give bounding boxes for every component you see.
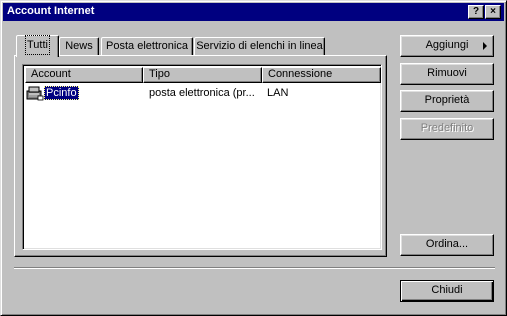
set-default-button[interactable]: Predefinito (400, 118, 494, 140)
list-item[interactable]: Pcinfo posta elettronica (pr... LAN (25, 85, 379, 101)
remove-button[interactable]: Rimuovi (400, 63, 494, 85)
tab-tutti-label: Tutti (25, 35, 50, 55)
accounts-list[interactable]: Account Tipo Connessione Pcinfo posta el… (22, 64, 382, 250)
column-header-connessione[interactable]: Connessione (262, 67, 381, 83)
tab-servizio-elenchi[interactable]: Servizio di elenchi in linea (194, 37, 325, 56)
title-bar[interactable]: Account Internet ? × (3, 3, 504, 21)
tab-posta-elettronica[interactable]: Posta elettronica (101, 37, 193, 56)
add-button-label: Aggiungi (425, 39, 469, 51)
tab-servizio-elenchi-label: Servizio di elenchi in linea (196, 40, 323, 52)
mail-server-icon (26, 86, 44, 101)
account-name: Pcinfo (44, 86, 79, 100)
column-header-account[interactable]: Account (25, 67, 143, 83)
sort-button[interactable]: Ordina... (400, 234, 494, 256)
divider (14, 267, 495, 269)
tab-news-label: News (65, 40, 93, 52)
close-dialog-button[interactable]: Chiudi (400, 280, 494, 302)
tab-panel: Account Tipo Connessione Pcinfo posta el… (14, 55, 387, 257)
help-button[interactable]: ? (468, 5, 484, 19)
tab-tutti[interactable]: Tutti (16, 35, 59, 57)
account-connection: LAN (267, 87, 289, 99)
account-internet-dialog: Account Internet ? × Tutti News Posta el… (0, 0, 507, 316)
close-button[interactable]: × (485, 5, 501, 19)
tab-posta-elettronica-label: Posta elettronica (106, 40, 188, 52)
list-header: Account Tipo Connessione (25, 67, 381, 83)
account-type: posta elettronica (pr... (149, 87, 255, 99)
add-button[interactable]: Aggiungi (400, 35, 494, 57)
chevron-right-icon (483, 42, 487, 50)
properties-button[interactable]: Proprietà (400, 90, 494, 112)
tab-news[interactable]: News (59, 37, 99, 56)
window-title: Account Internet (7, 5, 95, 17)
column-header-tipo[interactable]: Tipo (143, 67, 262, 83)
